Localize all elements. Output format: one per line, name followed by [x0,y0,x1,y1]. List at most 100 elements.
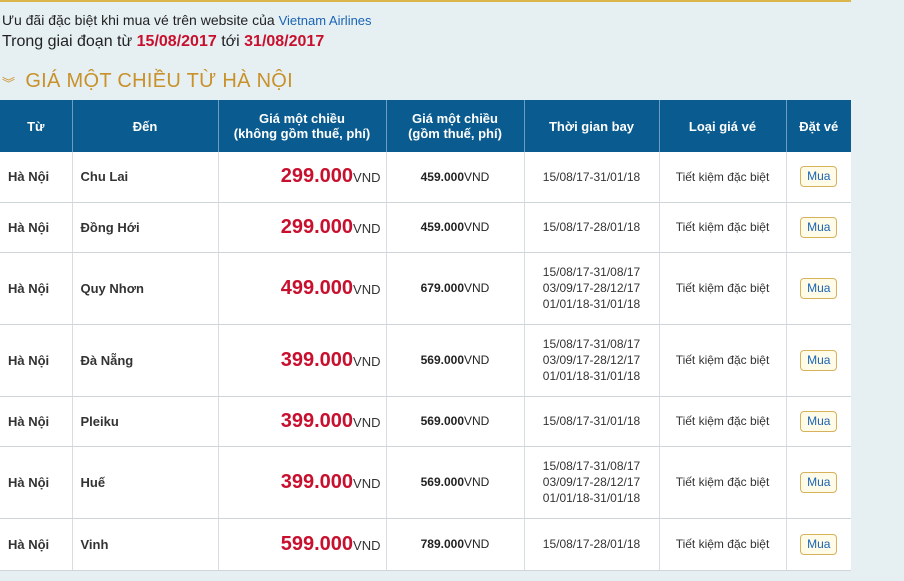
price-net-value: 399.000 [280,348,354,371]
flight-dates-cell: 15/08/17-31/01/18 [524,152,660,203]
section-title: GIÁ MỘT CHIỀU TỪ HÀ NỘI [25,69,294,92]
book-cell: Mua [786,152,851,203]
flight-dates-cell: 15/08/17-28/01/18 [524,518,660,571]
promo-text: Ưu đãi đặc biệt khi mua vé trên website … [2,12,275,28]
vietnam-airlines-link[interactable]: Vietnam Airlines [279,13,372,28]
price-net-unit: VND [353,170,381,186]
price-gross-value: 569.000 [420,414,465,428]
price-net-unit: VND [353,281,381,297]
destination-cell: Huế [72,446,219,519]
destination-cell: Vinh [72,518,219,571]
price-net-cell: 399.000VND [218,446,387,519]
buy-button[interactable]: Mua [800,533,838,555]
table-header-row: Từ Đến Giá một chiều (không gồm thuế, ph… [0,100,851,152]
price-gross-unit: VND [464,414,490,428]
flight-date-range: 01/01/18-31/01/18 [542,369,641,383]
origin-cell: Hà Nội [0,152,73,203]
header-price-gross: Giá một chiều (gồm thuế, phí) [386,100,525,152]
price-gross-unit: VND [464,475,490,489]
header-from: Từ [0,100,73,152]
flight-dates-cell: 15/08/17-31/08/17 03/09/17-28/12/17 01/01/… [524,252,660,325]
flight-date-range: 15/08/17-28/01/18 [542,220,641,234]
flight-date-range: 01/01/18-31/01/18 [542,491,641,505]
price-net-unit: VND [353,537,381,553]
price-net-value: 299.000 [280,215,354,238]
flight-date-range: 03/09/17-28/12/17 [542,281,641,295]
flight-date-range: 03/09/17-28/12/17 [542,475,641,489]
destination-cell: Đồng Hới [72,202,219,253]
book-cell: Mua [786,202,851,253]
flight-date-range: 15/08/17-28/01/18 [542,537,641,551]
header-price-gross-line2: (gồm thuế, phí) [408,126,502,141]
header-price-net: Giá một chiều (không gồm thuế, phí) [218,100,387,152]
price-net-value: 299.000 [280,165,354,188]
end-date: 31/08/2017 [244,33,325,50]
header-price-net-line1: Giá một chiều [259,111,345,126]
flight-dates-cell: 15/08/17-28/01/18 [524,202,660,253]
table-row: Hà Nội Quy Nhơn 499.000VND 679.000VND 15/08/… [0,252,851,325]
fare-type-cell: Tiết kiệm đặc biệt [659,396,787,447]
price-gross-value: 789.000 [420,537,465,551]
table-row: Hà Nội Đà Nẵng 399.000VND 569.000VND 15/08/1… [0,324,851,397]
destination-cell: Chu Lai [72,152,219,203]
fare-table: Từ Đến Giá một chiều (không gồm thuế, ph… [0,100,851,571]
header-book: Đặt vé [786,100,851,152]
price-net-unit: VND [353,220,381,236]
period-connector: tới [221,33,240,50]
price-gross-value: 679.000 [420,281,465,295]
buy-button[interactable]: Mua [800,166,838,188]
top-divider [0,0,851,6]
price-net-unit: VND [353,475,381,491]
fare-type-cell: Tiết kiệm đặc biệt [659,518,787,571]
header-price-net-line2: (không gồm thuế, phí) [233,126,371,141]
flight-dates-cell: 15/08/17-31/08/17 03/09/17-28/12/17 01/01/… [524,446,660,519]
price-gross-value: 569.000 [420,475,465,489]
price-net-cell: 399.000VND [218,324,387,397]
buy-button[interactable]: Mua [800,410,838,432]
price-net-value: 499.000 [280,276,354,299]
buy-button[interactable]: Mua [800,471,838,493]
price-gross-cell: 569.000VND [386,324,525,397]
double-chevron-down-icon: ︾ [2,75,16,91]
buy-button[interactable]: Mua [800,216,838,238]
promo-line-1: Ưu đãi đặc biệt khi mua vé trên website … [2,10,372,31]
price-net-cell: 299.000VND [218,152,387,203]
destination-cell: Đà Nẵng [72,324,219,397]
price-net-value: 399.000 [280,409,354,432]
flight-date-range: 15/08/17-31/08/17 [542,337,641,351]
flight-dates-cell: 15/08/17-31/01/18 [524,396,660,447]
origin-cell: Hà Nội [0,324,73,397]
price-net-value: 399.000 [280,470,354,493]
price-gross-value: 569.000 [420,353,465,367]
price-gross-unit: VND [464,281,490,295]
price-gross-cell: 459.000VND [386,152,525,203]
price-gross-cell: 569.000VND [386,446,525,519]
price-net-cell: 599.000VND [218,518,387,571]
flight-dates-cell: 15/08/17-31/08/17 03/09/17-28/12/17 01/01/… [524,324,660,397]
book-cell: Mua [786,324,851,397]
price-net-cell: 499.000VND [218,252,387,325]
flight-date-range: 15/08/17-31/01/18 [542,414,641,428]
origin-cell: Hà Nội [0,518,73,571]
header-to: Đến [72,100,219,152]
price-gross-cell: 789.000VND [386,518,525,571]
buy-button[interactable]: Mua [800,277,838,299]
fare-type-cell: Tiết kiệm đặc biệt [659,252,787,325]
promo-line-2: Trong giai đoạn từ 15/08/2017 tới 31/08/… [2,31,372,53]
table-row: Hà Nội Vinh 599.000VND 789.000VND 15/08/17-2… [0,518,851,571]
flight-date-range: 01/01/18-31/01/18 [542,297,641,311]
table-row: Hà Nội Pleiku 399.000VND 569.000VND 15/08/17… [0,396,851,447]
buy-button[interactable]: Mua [800,349,838,371]
destination-cell: Pleiku [72,396,219,447]
price-net-unit: VND [353,353,381,369]
start-date: 15/08/2017 [136,33,217,50]
price-net-cell: 299.000VND [218,202,387,253]
price-gross-cell: 459.000VND [386,202,525,253]
fare-type-cell: Tiết kiệm đặc biệt [659,324,787,397]
origin-cell: Hà Nội [0,252,73,325]
price-gross-cell: 569.000VND [386,396,525,447]
price-gross-unit: VND [464,169,490,184]
book-cell: Mua [786,396,851,447]
section-header[interactable]: ︾ GIÁ MỘT CHIỀU TỪ HÀ NỘI [2,68,293,94]
price-gross-value: 459.000 [420,169,465,184]
